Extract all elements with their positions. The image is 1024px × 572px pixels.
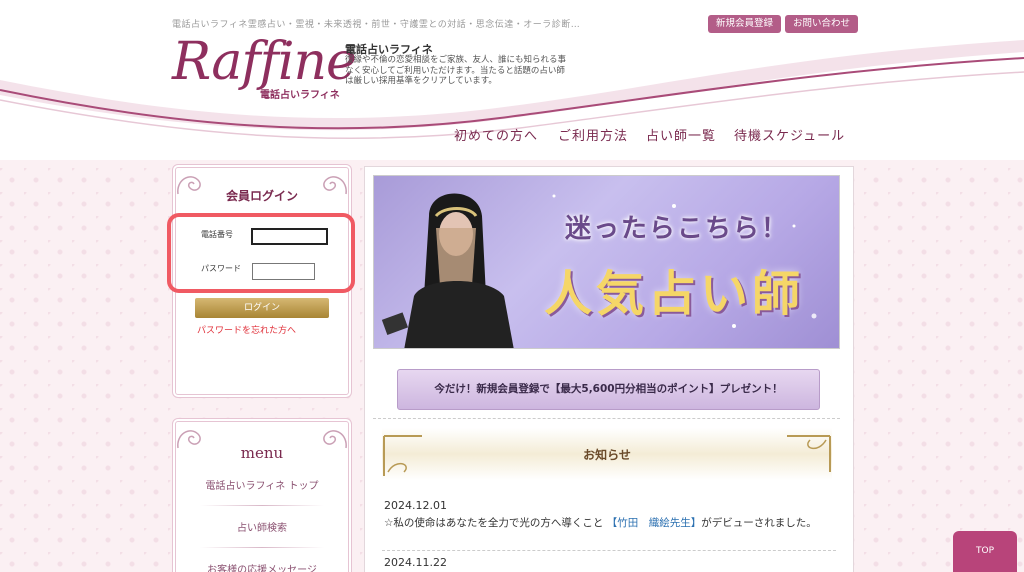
site-logo-sub: 電話占いラフィネ — [260, 90, 340, 101]
login-title: 会員ログイン — [225, 189, 298, 203]
site-description: 復縁や不倫の恋愛相談をご家族、友人、誰にも知られる事なく安心してご利用いただけま… — [345, 55, 567, 86]
menu-item-top[interactable]: 電話占いラフィネ トップ — [176, 477, 348, 492]
register-button[interactable]: 新規会員登録 — [708, 15, 782, 33]
forgot-password-link[interactable]: パスワードを忘れた方へ — [197, 323, 296, 336]
news-header: お知らせ — [382, 428, 832, 480]
news-text: ☆私の使命はあなたを全力で光の方へ導くこと 【竹田 織絵先生】がデビューされまし… — [384, 515, 834, 531]
nav-schedule[interactable]: 待機スケジュール — [734, 125, 845, 144]
menu-divider — [200, 547, 324, 548]
banner-subtitle: 迷ったらこちら！ — [564, 214, 789, 244]
nav-how-to-use[interactable]: ご利用方法 — [558, 125, 628, 144]
popular-fortune-teller-banner[interactable]: 迷ったらこちら！ 人気占い師 — [373, 175, 840, 349]
back-to-top-button[interactable]: TOP — [953, 531, 1017, 572]
menu-item-messages[interactable]: お客様の応援メッセージ — [176, 561, 348, 572]
contact-button[interactable]: お問い合わせ — [785, 15, 859, 33]
login-highlight-frame — [167, 213, 355, 293]
news-text-after: がデビューされました。 — [701, 517, 817, 529]
login-button[interactable]: ログイン — [195, 298, 329, 318]
header-tagline: 電話占いラフィネ霊感占い・霊視・未来透視・前世・守護霊との対話・思念伝達・オーラ… — [172, 20, 581, 30]
menu-item-search[interactable]: 占い師検索 — [176, 519, 348, 534]
news-title: お知らせ — [583, 448, 631, 462]
site-logo[interactable]: Raffine — [172, 32, 357, 92]
banner-title: 人気占い師 — [543, 266, 804, 322]
nav-first-time[interactable]: 初めての方へ — [454, 125, 538, 144]
nav-fortune-tellers[interactable]: 占い師一覧 — [646, 125, 716, 144]
menu-divider — [200, 505, 324, 506]
news-divider — [382, 550, 836, 551]
news-date: 2024.11.22 — [384, 556, 447, 569]
menu-panel: menu — [172, 418, 352, 572]
registration-promo-button[interactable]: 今だけ！新規会員登録で【最大5,600円分相当のポイント】プレゼント！ — [397, 369, 820, 410]
fortune-teller-link[interactable]: 【竹田 織絵先生】 — [607, 517, 702, 529]
section-divider — [373, 418, 840, 419]
news-text-before: ☆私の使命はあなたを全力で光の方へ導くこと — [384, 517, 607, 529]
menu-title: menu — [240, 444, 284, 462]
site-header: 電話占いラフィネ霊感占い・霊視・未来透視・前世・守護霊との対話・思念伝達・オーラ… — [0, 0, 1024, 160]
news-date: 2024.12.01 — [384, 499, 447, 512]
